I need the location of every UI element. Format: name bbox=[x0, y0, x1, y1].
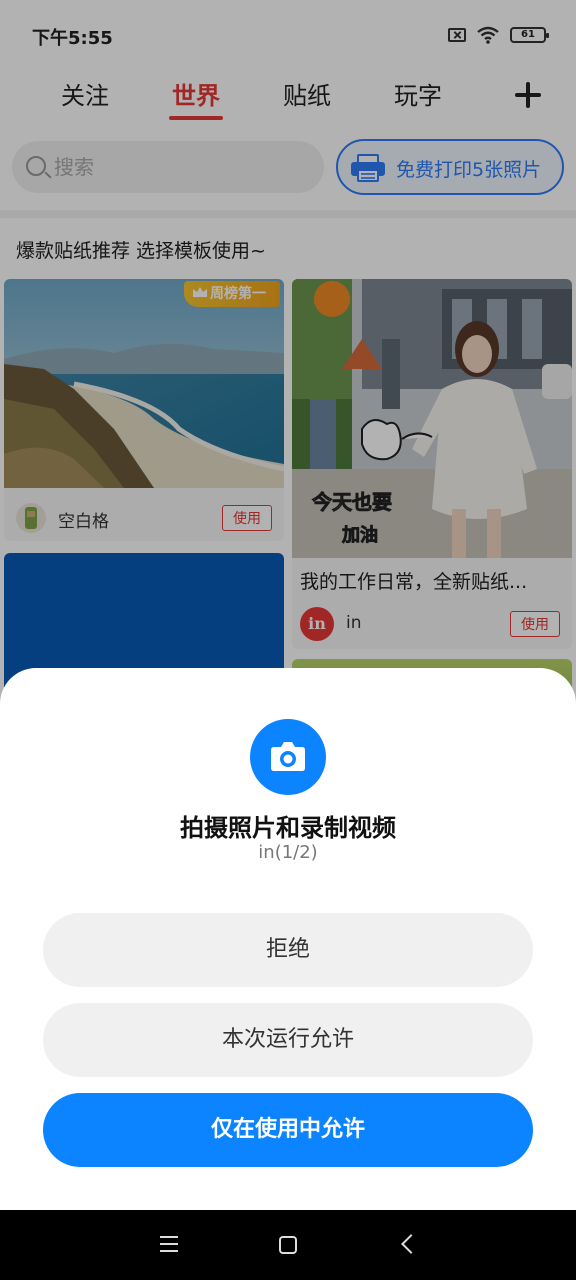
menu-icon[interactable] bbox=[160, 1236, 178, 1252]
allow-once-button[interactable]: 本次运行允许 bbox=[43, 1003, 533, 1077]
dialog-subtitle: in(1/2) bbox=[258, 842, 318, 863]
home-icon[interactable] bbox=[279, 1236, 297, 1254]
dialog-title: 拍摄照片和录制视频 bbox=[180, 814, 396, 842]
deny-button[interactable]: 拒绝 bbox=[43, 913, 533, 987]
allow-while-using-button[interactable]: 仅在使用中允许 bbox=[43, 1093, 533, 1167]
back-icon[interactable] bbox=[401, 1234, 421, 1254]
camera-icon bbox=[250, 719, 326, 795]
permission-dialog: 拍摄照片和录制视频 in(1/2) 拒绝 本次运行允许 仅在使用中允许 bbox=[0, 668, 576, 1210]
navigation-bar bbox=[0, 1210, 576, 1280]
